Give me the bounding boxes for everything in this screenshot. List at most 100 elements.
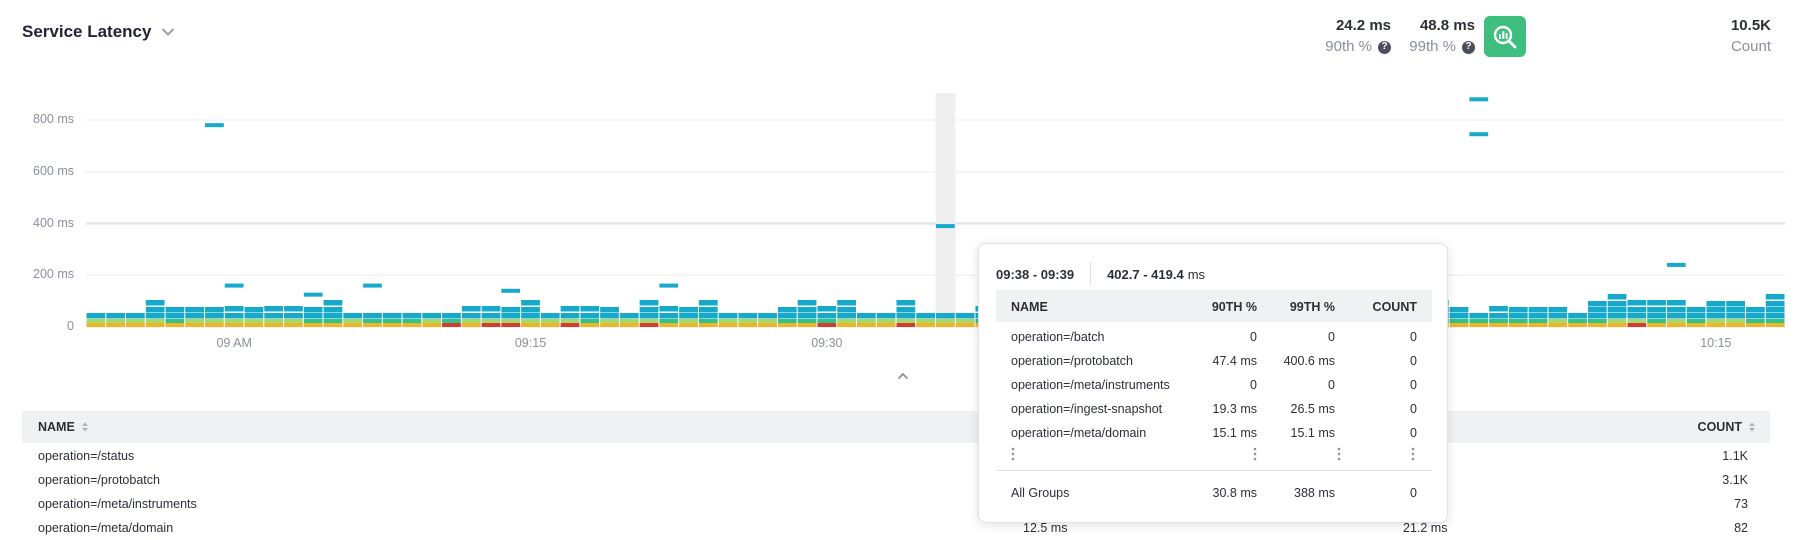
row-p90: 12.5 ms	[1023, 521, 1068, 535]
tooltip-row: operation=/meta/domain 15.1 ms 15.1 ms 0	[996, 420, 1432, 444]
tooltip-row-p90: 47.4 ms	[1212, 354, 1257, 368]
heatmap-cell	[777, 319, 797, 323]
tooltip-latency-range: 402.7 - 419.4	[1107, 266, 1184, 282]
heatmap-cell	[481, 313, 501, 319]
tooltip-latency-unit: ms	[1187, 266, 1206, 282]
heatmap-cell	[1489, 323, 1508, 327]
heatmap-cell	[817, 323, 837, 327]
heatmap-cell	[758, 313, 777, 319]
row-name: operation=/meta/instruments	[38, 497, 197, 511]
heatmap-cell	[1548, 313, 1568, 319]
heatmap-cell	[303, 319, 323, 323]
more-rows-icon	[1411, 447, 1415, 461]
heatmap-cell	[1508, 307, 1528, 313]
heatmap-cell	[639, 300, 659, 306]
heatmap-cell	[1469, 319, 1489, 323]
heatmap-cell	[1745, 323, 1765, 327]
heatmap-cell	[1449, 319, 1469, 323]
heatmap-cell	[777, 313, 797, 319]
column-header-count[interactable]: COUNT	[1698, 420, 1756, 434]
heatmap-cell	[1528, 313, 1548, 319]
heatmap-cell	[1607, 307, 1627, 313]
heatmap-cell	[1706, 319, 1726, 323]
heatmap-cell	[1765, 319, 1785, 323]
heatmap-cell	[1489, 319, 1508, 323]
heatmap-cell	[205, 319, 224, 323]
y-tick-400: 400 ms	[33, 215, 74, 230]
heatmap-cell	[698, 319, 718, 323]
tooltip-table-header: NAME 90TH % 99TH % COUNT	[996, 290, 1432, 322]
heatmap-cell	[1765, 313, 1785, 319]
heatmap-cell	[1726, 319, 1745, 323]
heatmap-cell	[264, 306, 284, 312]
heatmap-cell	[422, 319, 442, 323]
heatmap-cell	[580, 323, 600, 327]
heatmap-cell	[560, 306, 580, 312]
heatmap-cell	[363, 319, 382, 323]
latency-heatmap-chart[interactable]	[0, 0, 1798, 360]
heatmap-cell	[1647, 319, 1666, 323]
heatmap-cell	[955, 319, 975, 323]
heatmap-cell	[1706, 307, 1726, 313]
heatmap-cell	[1508, 319, 1528, 323]
heatmap-cell	[442, 323, 461, 327]
heatmap-cell	[718, 319, 738, 323]
heatmap-cell	[1627, 323, 1647, 327]
heatmap-cell	[817, 306, 837, 312]
heatmap-cell	[86, 313, 106, 319]
row-count: 73	[1734, 497, 1748, 511]
more-rows-icon	[1011, 447, 1015, 461]
table-row[interactable]: operation=/protobatch 3.1K	[22, 468, 1770, 492]
heatmap-cell	[777, 307, 797, 313]
heatmap-cell	[955, 313, 975, 319]
heatmap-cell	[738, 313, 758, 319]
heatmap-cell	[343, 319, 363, 323]
tooltip-row-count: 0	[1410, 330, 1417, 344]
tooltip-header-count: COUNT	[1372, 300, 1417, 314]
heatmap-cell	[856, 313, 876, 319]
heatmap-cell	[817, 313, 837, 319]
tooltip-divider	[996, 470, 1432, 471]
heatmap-cell	[442, 313, 461, 319]
heatmap-cell	[165, 323, 185, 327]
heatmap-cell	[1449, 307, 1469, 313]
heatmap-cell	[1548, 323, 1568, 327]
tooltip-row-p90: 0	[1250, 378, 1257, 392]
collapse-chevron-icon[interactable]	[896, 370, 910, 382]
heatmap-cell	[165, 319, 185, 323]
heatmap-cell	[837, 323, 856, 327]
tooltip-time-range: 09:38 - 09:39	[996, 266, 1075, 282]
heatmap-cell	[1745, 319, 1765, 323]
heatmap-cell	[738, 323, 758, 327]
row-count: 1.1K	[1722, 449, 1748, 463]
heatmap-cell	[402, 313, 422, 319]
heatmap-cell	[1607, 323, 1627, 327]
row-name: operation=/meta/domain	[38, 521, 174, 535]
heatmap-cell	[1647, 313, 1666, 319]
outlier-cell	[1469, 97, 1489, 102]
heatmap-cell	[106, 323, 126, 327]
heatmap-cell	[224, 323, 244, 327]
tooltip-row-count: 0	[1410, 378, 1417, 392]
table-row[interactable]: operation=/status 1.1K	[22, 444, 1770, 468]
heatmap-cell	[797, 313, 817, 319]
heatmap-cell	[1607, 319, 1627, 323]
heatmap-cell	[718, 323, 738, 327]
table-row[interactable]: operation=/meta/instruments 73	[22, 492, 1770, 516]
heatmap-cell	[797, 307, 817, 313]
outlier-cell	[363, 283, 382, 288]
heatmap-cell	[619, 313, 639, 319]
heatmap-cell	[363, 323, 382, 327]
heatmap-cell	[461, 306, 481, 312]
heatmap-cell	[679, 319, 698, 323]
tooltip-total-name: All Groups	[1011, 486, 1070, 500]
more-rows-icon	[1253, 447, 1257, 461]
table-row[interactable]: operation=/meta/domain 12.5 ms 21.2 ms 8…	[22, 516, 1770, 540]
heatmap-cell	[1686, 323, 1706, 327]
column-header-name[interactable]: NAME	[38, 420, 89, 434]
heatmap-cell	[1627, 300, 1647, 306]
heatmap-cell	[797, 300, 817, 306]
heatmap-cell	[145, 300, 165, 306]
heatmap-cell	[1666, 307, 1686, 313]
heatmap-cell	[224, 306, 244, 312]
